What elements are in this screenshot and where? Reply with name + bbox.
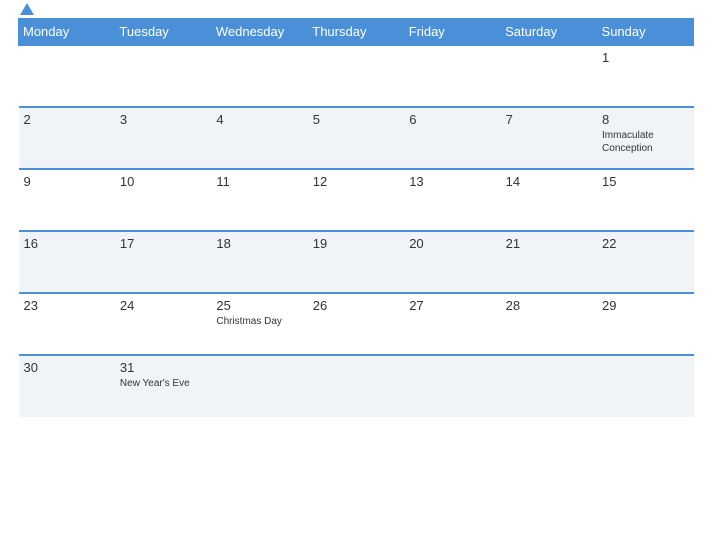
weekday-header-friday: Friday (404, 19, 500, 46)
day-number: 18 (216, 236, 302, 251)
calendar-cell (597, 355, 693, 417)
calendar-cell (501, 45, 597, 107)
weekday-header-tuesday: Tuesday (115, 19, 211, 46)
week-row-6: 30 31 New Year's Eve (19, 355, 694, 417)
day-number: 12 (313, 174, 399, 189)
day-event: Immaculate Conception (602, 129, 688, 155)
calendar-cell: 21 (501, 231, 597, 293)
calendar-wrapper: MondayTuesdayWednesdayThursdayFridaySatu… (0, 0, 712, 550)
day-number: 10 (120, 174, 206, 189)
day-number: 19 (313, 236, 399, 251)
day-number: 21 (506, 236, 592, 251)
day-event: Christmas Day (216, 315, 302, 328)
calendar-cell (404, 45, 500, 107)
calendar-cell: 10 (115, 169, 211, 231)
day-number: 2 (24, 112, 110, 127)
day-number: 4 (216, 112, 302, 127)
calendar-cell (19, 45, 115, 107)
day-number: 23 (24, 298, 110, 313)
calendar-cell: 15 (597, 169, 693, 231)
week-row-1: 1 (19, 45, 694, 107)
calendar-cell (211, 355, 307, 417)
day-number: 26 (313, 298, 399, 313)
calendar-cell: 22 (597, 231, 693, 293)
day-number: 24 (120, 298, 206, 313)
calendar-cell: 4 (211, 107, 307, 169)
day-number: 27 (409, 298, 495, 313)
calendar-cell: 17 (115, 231, 211, 293)
calendar-cell: 29 (597, 293, 693, 355)
day-event: New Year's Eve (120, 377, 206, 390)
calendar-cell (501, 355, 597, 417)
calendar-cell: 12 (308, 169, 404, 231)
calendar-cell: 14 (501, 169, 597, 231)
calendar-cell: 5 (308, 107, 404, 169)
day-number: 5 (313, 112, 399, 127)
calendar-cell: 11 (211, 169, 307, 231)
calendar-cell: 30 (19, 355, 115, 417)
calendar-cell: 23 (19, 293, 115, 355)
day-number: 30 (24, 360, 110, 375)
day-number: 29 (602, 298, 688, 313)
day-number: 22 (602, 236, 688, 251)
day-number: 17 (120, 236, 206, 251)
calendar-cell (404, 355, 500, 417)
calendar-cell: 7 (501, 107, 597, 169)
weekday-header-row: MondayTuesdayWednesdayThursdayFridaySatu… (19, 19, 694, 46)
day-number: 31 (120, 360, 206, 375)
day-number: 28 (506, 298, 592, 313)
calendar-cell (115, 45, 211, 107)
calendar-cell (308, 45, 404, 107)
day-number: 16 (24, 236, 110, 251)
week-row-5: 23 24 25 Christmas Day 26 27 28 29 (19, 293, 694, 355)
calendar-cell: 19 (308, 231, 404, 293)
day-number: 14 (506, 174, 592, 189)
calendar-cell (211, 45, 307, 107)
calendar-cell: 26 (308, 293, 404, 355)
calendar-cell: 24 (115, 293, 211, 355)
weekday-header-sunday: Sunday (597, 19, 693, 46)
day-number: 20 (409, 236, 495, 251)
day-number: 1 (602, 50, 688, 65)
week-row-3: 9 10 11 12 13 14 15 (19, 169, 694, 231)
calendar-cell: 6 (404, 107, 500, 169)
calendar-cell: 28 (501, 293, 597, 355)
week-row-4: 16 17 18 19 20 21 22 (19, 231, 694, 293)
calendar-cell: 13 (404, 169, 500, 231)
weekday-header-wednesday: Wednesday (211, 19, 307, 46)
logo-triangle-icon (20, 3, 34, 15)
day-number: 6 (409, 112, 495, 127)
calendar-cell: 27 (404, 293, 500, 355)
calendar-cell (308, 355, 404, 417)
calendar-cell: 3 (115, 107, 211, 169)
day-number: 9 (24, 174, 110, 189)
weekday-header-saturday: Saturday (501, 19, 597, 46)
calendar-cell: 16 (19, 231, 115, 293)
calendar-cell: 25 Christmas Day (211, 293, 307, 355)
calendar-cell: 2 (19, 107, 115, 169)
day-number: 11 (216, 174, 302, 189)
logo (18, 4, 34, 16)
calendar-cell: 31 New Year's Eve (115, 355, 211, 417)
day-number: 15 (602, 174, 688, 189)
week-row-2: 2345678 Immaculate Conception (19, 107, 694, 169)
day-number: 8 (602, 112, 688, 127)
day-number: 3 (120, 112, 206, 127)
calendar-cell: 1 (597, 45, 693, 107)
weekday-header-thursday: Thursday (308, 19, 404, 46)
day-number: 7 (506, 112, 592, 127)
calendar-table: MondayTuesdayWednesdayThursdayFridaySatu… (18, 18, 694, 417)
calendar-cell: 20 (404, 231, 500, 293)
calendar-cell: 9 (19, 169, 115, 231)
day-number: 13 (409, 174, 495, 189)
calendar-cell: 8 Immaculate Conception (597, 107, 693, 169)
calendar-cell: 18 (211, 231, 307, 293)
day-number: 25 (216, 298, 302, 313)
weekday-header-monday: Monday (19, 19, 115, 46)
